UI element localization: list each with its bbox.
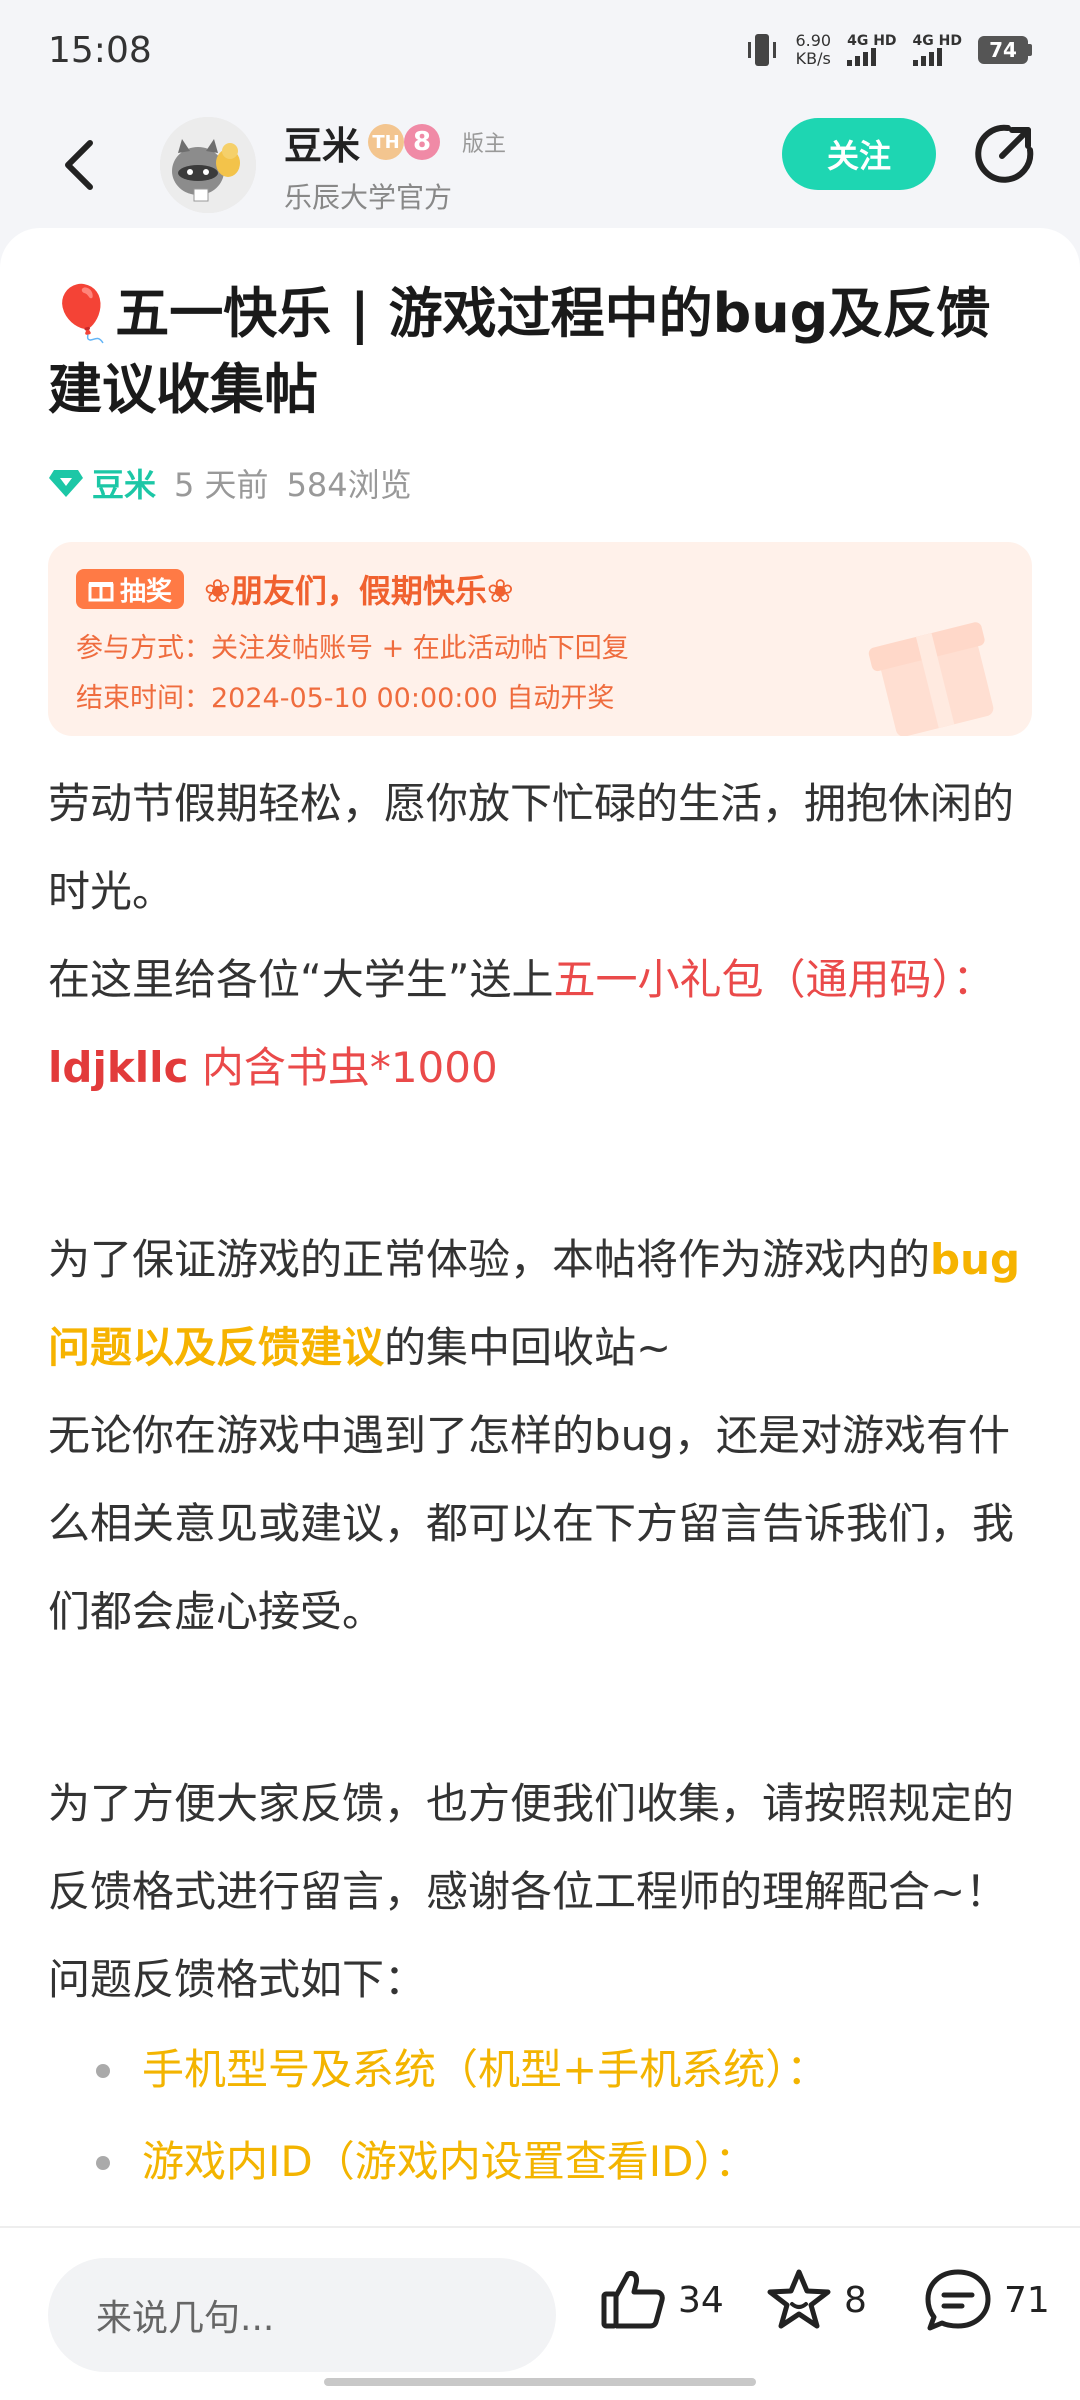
status-icons: 6.90 KB/s 4G HD 4G HD 74 <box>745 30 1032 70</box>
bottom-action-bar: 来说几句... 34 8 71 <box>0 2226 1080 2400</box>
like-count: 34 <box>678 2279 724 2321</box>
gift-label-text: 五一小礼包（通用码）： <box>553 955 995 1004</box>
post-body: 劳动节假期轻松，愿你放下忙碌的生活，拥抱休闲的时光。 在这里给各位“大学生”送上… <box>48 760 1032 2208</box>
lottery-tag: 抽奖 <box>76 569 185 609</box>
lottery-headline: ❀朋友们，假期快乐❀ <box>204 572 514 610</box>
post-title-text: 五一快乐 | 游戏过程中的bug及反馈建议收集帖 <box>48 282 991 421</box>
battery-level: 74 <box>978 36 1028 64</box>
post-meta: 豆米 5 天前 584浏览 <box>48 460 412 506</box>
paragraph-intro: 劳动节假期轻松，愿你放下忙碌的生活，拥抱休闲的时光。 <box>48 779 1015 916</box>
back-button[interactable] <box>40 125 120 205</box>
post-header: 豆米 TH 8 版主 乐辰大学官方 关注 <box>0 100 1080 230</box>
paragraph-gift: 在这里给各位“大学生”送上五一小礼包（通用码）： ldjkllc 内含书虫*100… <box>48 936 1032 1112</box>
paragraph-purpose: 为了保证游戏的正常体验，本帖将作为游戏内的bug问题以及反馈建议的集中回收站~ <box>48 1216 1032 1392</box>
back-arrow-icon <box>65 140 93 190</box>
signal-bars-icon <box>847 48 877 66</box>
thumbs-up-icon <box>601 2271 665 2329</box>
signal-sim1: 4G HD <box>847 33 897 66</box>
paragraph-format: 为了方便大家反馈，也方便我们收集，请按照规定的反馈格式进行留言，感谢各位工程师的… <box>48 1779 1015 2004</box>
gift-prefix-text: 在这里给各位“大学生”送上 <box>48 955 554 1004</box>
network-speed-unit: KB/s <box>795 49 831 68</box>
author-name: 豆米 <box>284 123 361 168</box>
gift-code[interactable]: ldjkllc <box>48 1043 188 1092</box>
post-title: 🎈五一快乐 | 游戏过程中的bug及反馈建议收集帖 <box>48 276 1032 428</box>
comment-input[interactable]: 来说几句... <box>48 2258 556 2372</box>
comment-button[interactable]: 71 <box>924 2268 1050 2332</box>
status-bar: 15:08 6.90 KB/s 4G HD 4G HD 74 <box>0 0 1080 100</box>
follow-button[interactable]: 关注 <box>782 118 936 190</box>
paragraph-feedback: 无论你在游戏中遇到了怎样的bug，还是对游戏有什么相关意见或建议，都可以在下方留… <box>48 1411 1015 1636</box>
author-subtitle: 乐辰大学官方 <box>284 180 453 214</box>
comment-count: 71 <box>1004 2279 1050 2321</box>
favorite-count: 8 <box>844 2279 867 2321</box>
signal-sim2: 4G HD <box>912 33 962 66</box>
purpose-prefix-text: 为了保证游戏的正常体验，本帖将作为游戏内的 <box>48 1235 931 1284</box>
meta-views: 584浏览 <box>286 466 412 504</box>
signal-bars-icon <box>912 48 942 66</box>
gift-contents-text: 内含书虫*1000 <box>188 1043 498 1092</box>
network-speed: 6.90 KB/s <box>795 32 831 68</box>
favorite-button[interactable]: 8 <box>766 2268 867 2332</box>
author-info[interactable]: 豆米 TH 8 版主 乐辰大学官方 <box>284 115 506 216</box>
comment-bubble-icon <box>925 2269 991 2331</box>
lottery-card[interactable]: 抽奖 ❀朋友们，假期快乐❀ 参与方式：关注发帖账号 + 在此活动帖下回复 结束时… <box>48 542 1032 736</box>
raccoon-avatar-icon <box>160 117 256 213</box>
status-time: 15:08 <box>48 29 152 71</box>
sim1-label: 4G HD <box>847 33 897 49</box>
list-item: 游戏内ID（游戏内设置查看ID）： <box>96 2116 1032 2208</box>
vibrate-icon <box>748 34 777 66</box>
meta-author-name: 豆米 <box>92 466 157 504</box>
lottery-end-time: 结束时间：2024-05-10 00:00:00 自动开奖 <box>76 683 615 714</box>
network-speed-value: 6.90 <box>795 31 832 50</box>
balloon-icon: 🎈 <box>48 282 116 345</box>
meta-author[interactable]: 豆米 <box>48 460 156 506</box>
star-icon <box>767 2269 831 2329</box>
lottery-tag-label: 抽奖 <box>120 576 173 607</box>
format-list: 手机型号及系统（机型+手机系统）： 游戏内ID（游戏内设置查看ID）： <box>48 2024 1032 2208</box>
home-indicator[interactable] <box>324 2378 756 2386</box>
moderator-tag: 版主 <box>462 132 507 157</box>
like-button[interactable]: 34 <box>600 2268 724 2332</box>
list-item: 手机型号及系统（机型+手机系统）： <box>96 2024 1032 2116</box>
diamond-icon <box>49 470 83 497</box>
lottery-join-method: 参与方式：关注发帖账号 + 在此活动帖下回复 <box>76 633 629 664</box>
level-badge-8: 8 <box>404 124 441 160</box>
share-icon <box>975 124 1034 183</box>
sim2-label: 4G HD <box>912 33 962 49</box>
level-badge-th: TH <box>368 124 405 160</box>
meta-time: 5 天前 <box>174 466 269 504</box>
gift-watermark-icon <box>868 622 994 736</box>
share-button[interactable] <box>966 116 1042 192</box>
avatar[interactable] <box>160 117 256 213</box>
purpose-suffix-text: 的集中回收站~ <box>384 1323 672 1372</box>
post-card: 🎈五一快乐 | 游戏过程中的bug及反馈建议收集帖 豆米 5 天前 584浏览 … <box>0 228 1080 2228</box>
gift-icon <box>88 582 114 602</box>
battery-icon: 74 <box>978 36 1032 64</box>
